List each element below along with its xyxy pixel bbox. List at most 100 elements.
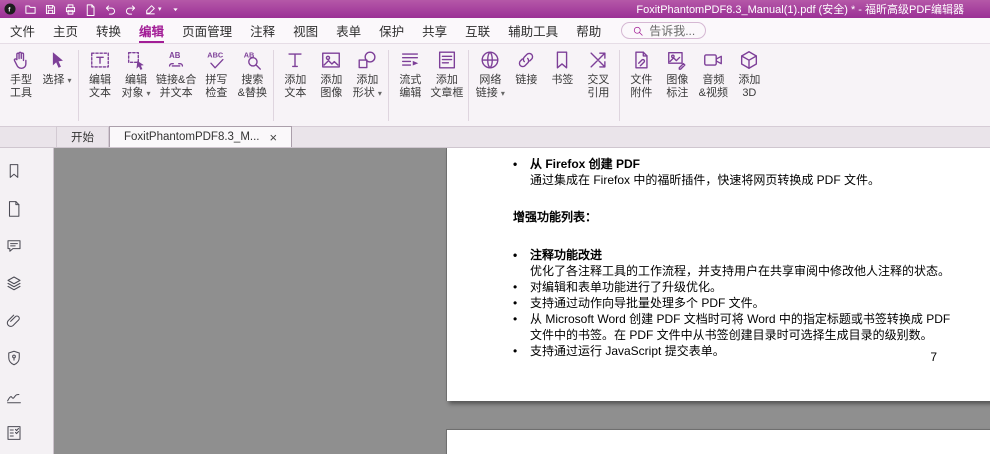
doc-bullet-bold: • 从 Firefox 创建 PDF (513, 157, 641, 171)
doc-bullet-bold: • 注释功能改进 (513, 248, 603, 262)
open-icon[interactable] (24, 3, 37, 16)
security-icon (5, 349, 23, 367)
panel-signature-button[interactable] (0, 377, 53, 415)
add-article-box-icon (436, 49, 458, 71)
ribbon-button-add-image[interactable]: 添加 图像 (313, 47, 349, 124)
panel-pages-button[interactable] (0, 190, 53, 228)
app-logo-icon: f (3, 2, 17, 16)
ribbon-button-bookmark[interactable]: 书签 (544, 47, 580, 124)
doc-heading: 增强功能列表： (513, 210, 598, 224)
document-tab[interactable]: FoxitPhantomPDF8.3_M... × (109, 126, 293, 147)
ribbon-button-add-text[interactable]: 添加 文本 (277, 47, 313, 124)
ribbon-separator (619, 50, 621, 121)
ribbon-button-edit-text[interactable]: 编辑 文本 (82, 47, 118, 124)
menu-tab-视图[interactable]: 视图 (293, 18, 318, 43)
menu-tab-文件[interactable]: 文件 (10, 18, 35, 43)
ribbon-button-link-join-text[interactable]: AB 链接&合 并文本 (154, 47, 198, 124)
file-attachment-icon (630, 49, 652, 71)
comments-icon (5, 237, 23, 255)
ribbon-group: 手型 工具 选择 ▾ (3, 47, 75, 124)
ribbon-button-cross-reference[interactable]: 交叉 引用 (580, 47, 616, 124)
ribbon-button-add-3d[interactable]: 添加 3D (731, 47, 767, 124)
menu-tab-编辑[interactable]: 编辑 (139, 18, 165, 43)
search-replace-icon: AB (241, 49, 263, 71)
menu-tab-帮助[interactable]: 帮助 (576, 18, 601, 43)
new-document-icon[interactable] (84, 3, 97, 16)
ribbon-button-file-attachment[interactable]: 文件 附件 (623, 47, 659, 124)
menu-tab-主页[interactable]: 主页 (53, 18, 78, 43)
close-tab-icon[interactable]: × (270, 131, 278, 144)
panel-comments-button[interactable] (0, 227, 53, 265)
select-icon (46, 49, 68, 71)
format-brush-icon[interactable]: ▾ (144, 3, 162, 16)
web-link-icon (479, 49, 501, 71)
ribbon-group: 编辑 文本 编辑 对象 ▾ AB 链接&合 并文本 ABC 拼写 检查 AB 搜索 &替换 (82, 47, 270, 124)
ribbon-separator (468, 50, 470, 121)
menu-tab-共享[interactable]: 共享 (422, 18, 447, 43)
reflow-edit-icon (399, 49, 421, 71)
pdf-page-next (446, 429, 990, 454)
tell-me-search[interactable]: 告诉我... (621, 22, 707, 39)
menu-tab-辅助工具[interactable]: 辅助工具 (508, 18, 558, 43)
pages-icon (5, 199, 23, 218)
ribbon-button-reflow-edit[interactable]: 流式 编辑 (392, 47, 428, 124)
ribbon-button-hand-tool[interactable]: 手型 工具 (3, 47, 39, 124)
menu-tab-页面管理[interactable]: 页面管理 (182, 18, 232, 43)
panel-security-button[interactable] (0, 340, 53, 378)
ribbon-button-audio-video[interactable]: 音频 &视频 (695, 47, 731, 124)
ribbon-toolbar: 手型 工具 选择 ▾ 编辑 文本 编辑 对象 ▾ AB 链接&合 并文本 ABC 拼写 检查 AB 搜索 &替… (0, 44, 990, 127)
main-area: • 从 Firefox 创建 PDF 通过集成在 Firefox 中的福昕插件，快速… (0, 148, 990, 454)
doc-bullet: • 对编辑和表单功能进行了升级优化。 (513, 280, 723, 294)
print-icon[interactable] (64, 3, 77, 16)
attachments-icon (5, 312, 23, 330)
ribbon-button-link[interactable]: 链接 (508, 47, 544, 124)
menu-tab-转换[interactable]: 转换 (96, 18, 121, 43)
redo-icon[interactable] (124, 3, 137, 16)
panel-bookmarks-button[interactable] (0, 152, 53, 190)
spell-check-icon: ABC (205, 49, 227, 71)
menu-tab-注释[interactable]: 注释 (250, 18, 275, 43)
doc-body: 优化了各注释工具的工作流程，并支持用户在共享审阅中修改他人注释的状态。 (530, 264, 951, 278)
add-text-icon (284, 49, 306, 71)
ribbon-button-image-annotation[interactable]: 图像 标注 (659, 47, 695, 124)
ribbon-button-search-replace[interactable]: AB 搜索 &替换 (234, 47, 270, 124)
ribbon-button-add-shapes[interactable]: 添加 形状 ▾ (349, 47, 385, 124)
ribbon-button-spell-check[interactable]: ABC 拼写 检查 (198, 47, 234, 124)
add-shapes-icon (356, 49, 378, 71)
document-tab[interactable]: 开始 (56, 126, 109, 147)
save-icon[interactable] (44, 3, 57, 16)
add-3d-icon (738, 49, 760, 71)
ribbon-button-add-article-box[interactable]: 添加 文章框 (428, 47, 465, 124)
menu-tab-表单[interactable]: 表单 (336, 18, 361, 43)
ribbon-button-select[interactable]: 选择 ▾ (39, 47, 75, 124)
panel-fields-button[interactable] (0, 415, 53, 453)
fields-icon (5, 424, 23, 442)
pdf-page: • 从 Firefox 创建 PDF 通过集成在 Firefox 中的福昕插件，快速… (446, 148, 990, 401)
ribbon-group: 网络 链接 ▾ 链接 书签 交叉 引用 (472, 47, 616, 124)
foxit-phantompdf-window: f ▾ FoxitPhantomPDF8.3_Manual(1).pdf (安全)… (0, 0, 990, 454)
menu-items: 文件 主页 转换 编辑 页面管理 注释 视图 表单 保护 共享 互联 辅助工具 帮助 (10, 18, 601, 43)
ribbon-button-edit-object[interactable]: 编辑 对象 ▾ (118, 47, 154, 124)
hand-tool-icon (10, 49, 32, 71)
quick-access-toolbar: f ▾ (0, 2, 182, 16)
search-icon (632, 25, 644, 37)
document-canvas[interactable]: • 从 Firefox 创建 PDF 通过集成在 Firefox 中的福昕插件，快速… (54, 148, 990, 454)
panel-layers-button[interactable] (0, 265, 53, 303)
undo-icon[interactable] (104, 3, 117, 16)
bookmarks-icon (5, 162, 23, 180)
image-annotation-icon (666, 49, 688, 71)
doc-bullet: • 从 Microsoft Word 创建 PDF 文档时可将 Word 中的指定… (513, 312, 951, 342)
titlebar: f ▾ FoxitPhantomPDF8.3_Manual(1).pdf (安全)… (0, 0, 990, 18)
ribbon-group: 添加 文本 添加 图像 添加 形状 ▾ (277, 47, 385, 124)
doc-body: 通过集成在 Firefox 中的福昕插件，快速将网页转换成 PDF 文件。 (530, 173, 881, 187)
document-tab-label: FoxitPhantomPDF8.3_M... (124, 131, 260, 143)
menu-tab-互联[interactable]: 互联 (465, 18, 490, 43)
ribbon-group: 文件 附件 图像 标注 音频 &视频 添加 3D (623, 47, 767, 124)
toolbar-options-icon[interactable] (169, 3, 182, 16)
ribbon-button-web-link[interactable]: 网络 链接 ▾ (472, 47, 508, 124)
panel-attachments-button[interactable] (0, 302, 53, 340)
svg-text:ABC: ABC (208, 51, 225, 60)
link-join-text-icon: AB (165, 49, 187, 71)
window-title: FoxitPhantomPDF8.3_Manual(1).pdf (安全) * … (636, 4, 964, 16)
menu-tab-保护[interactable]: 保护 (379, 18, 404, 43)
